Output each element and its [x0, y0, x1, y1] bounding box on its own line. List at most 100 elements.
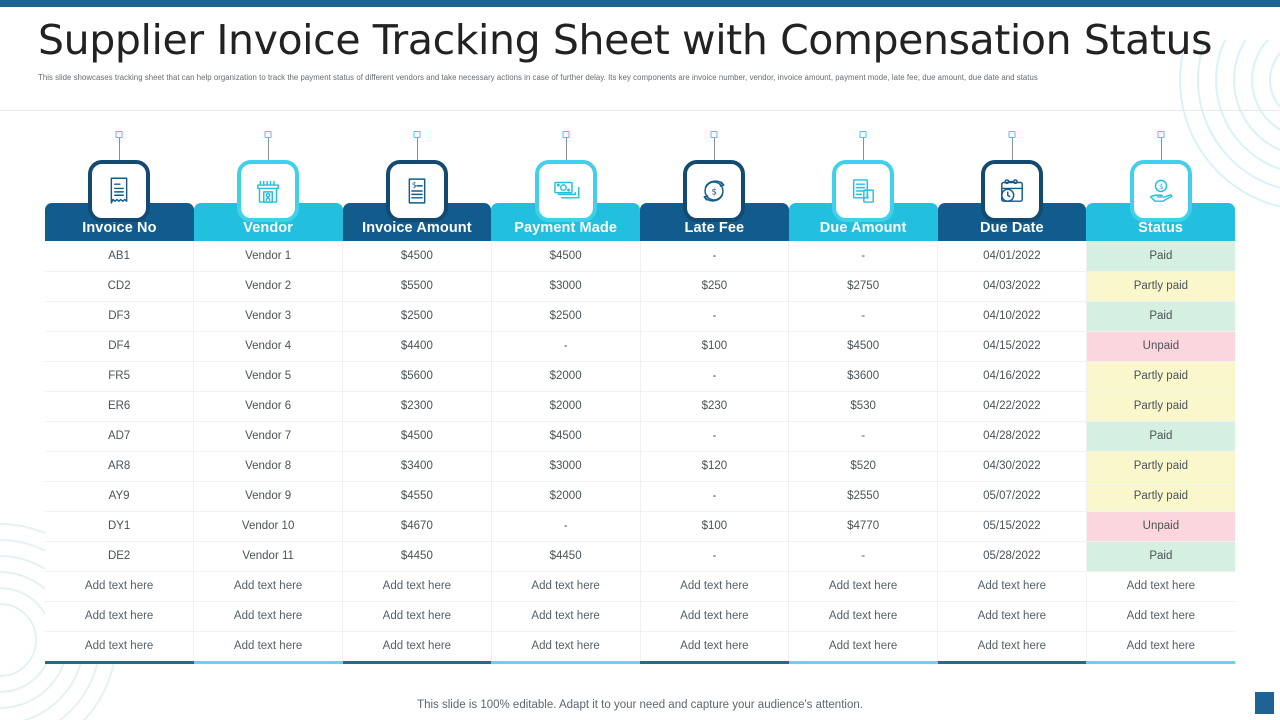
cell-invoice-no[interactable]: DE2: [45, 541, 195, 572]
cell-placeholder-due-amount[interactable]: Add text here: [788, 571, 938, 602]
cell-due-amount[interactable]: $4500: [788, 331, 938, 362]
cell-placeholder-invoice-amount[interactable]: Add text here: [342, 631, 492, 661]
cell-due-date[interactable]: 04/28/2022: [937, 421, 1087, 452]
cell-vendor[interactable]: Vendor 8: [193, 451, 343, 482]
cell-placeholder-status[interactable]: Add text here: [1086, 631, 1235, 661]
cell-invoice-amount[interactable]: $4670: [342, 511, 492, 542]
cell-placeholder-status[interactable]: Add text here: [1086, 601, 1235, 632]
status-badge[interactable]: Paid: [1086, 421, 1235, 452]
cell-invoice-no[interactable]: DF4: [45, 331, 195, 362]
cell-invoice-no[interactable]: DY1: [45, 511, 195, 542]
cell-placeholder-vendor[interactable]: Add text here: [193, 571, 343, 602]
cell-due-date[interactable]: 05/28/2022: [937, 541, 1087, 572]
status-badge[interactable]: Paid: [1086, 301, 1235, 332]
cell-vendor[interactable]: Vendor 10: [193, 511, 343, 542]
cell-due-date[interactable]: 04/03/2022: [937, 271, 1087, 302]
cell-placeholder-vendor[interactable]: Add text here: [193, 601, 343, 632]
cell-placeholder-payment-made[interactable]: Add text here: [491, 601, 641, 632]
cell-invoice-no[interactable]: AY9: [45, 481, 195, 512]
cell-late-fee[interactable]: $120: [640, 451, 790, 482]
cell-due-date[interactable]: 05/15/2022: [937, 511, 1087, 542]
cell-late-fee[interactable]: -: [640, 241, 790, 272]
cell-late-fee[interactable]: $100: [640, 511, 790, 542]
cell-placeholder-late-fee[interactable]: Add text here: [640, 571, 790, 602]
cell-vendor[interactable]: Vendor 2: [193, 271, 343, 302]
cell-payment-made[interactable]: $2000: [491, 361, 641, 392]
cell-payment-made[interactable]: $2000: [491, 481, 641, 512]
cell-late-fee[interactable]: $100: [640, 331, 790, 362]
cell-vendor[interactable]: Vendor 4: [193, 331, 343, 362]
cell-invoice-no[interactable]: AR8: [45, 451, 195, 482]
cell-placeholder-payment-made[interactable]: Add text here: [491, 631, 641, 661]
cell-placeholder-vendor[interactable]: Add text here: [193, 631, 343, 661]
status-badge[interactable]: Partly paid: [1086, 271, 1235, 302]
cell-invoice-no[interactable]: DF3: [45, 301, 195, 332]
cell-late-fee[interactable]: -: [640, 301, 790, 332]
cell-vendor[interactable]: Vendor 1: [193, 241, 343, 272]
cell-placeholder-payment-made[interactable]: Add text here: [491, 571, 641, 602]
cell-vendor[interactable]: Vendor 5: [193, 361, 343, 392]
cell-vendor[interactable]: Vendor 3: [193, 301, 343, 332]
cell-due-amount[interactable]: -: [788, 301, 938, 332]
cell-placeholder-due-amount[interactable]: Add text here: [788, 631, 938, 661]
cell-due-amount[interactable]: $4770: [788, 511, 938, 542]
cell-due-amount[interactable]: $2550: [788, 481, 938, 512]
cell-placeholder-invoice-amount[interactable]: Add text here: [342, 601, 492, 632]
cell-invoice-amount[interactable]: $4500: [342, 241, 492, 272]
cell-due-amount[interactable]: $2750: [788, 271, 938, 302]
cell-payment-made[interactable]: $3000: [491, 451, 641, 482]
cell-invoice-amount[interactable]: $4400: [342, 331, 492, 362]
cell-vendor[interactable]: Vendor 9: [193, 481, 343, 512]
cell-vendor[interactable]: Vendor 6: [193, 391, 343, 422]
status-badge[interactable]: Unpaid: [1086, 511, 1235, 542]
cell-due-date[interactable]: 04/01/2022: [937, 241, 1087, 272]
cell-placeholder-due-date[interactable]: Add text here: [937, 631, 1087, 661]
status-badge[interactable]: Unpaid: [1086, 331, 1235, 362]
cell-placeholder-due-date[interactable]: Add text here: [937, 601, 1087, 632]
cell-late-fee[interactable]: -: [640, 421, 790, 452]
cell-placeholder-status[interactable]: Add text here: [1086, 571, 1235, 602]
cell-late-fee[interactable]: -: [640, 361, 790, 392]
status-badge[interactable]: Partly paid: [1086, 451, 1235, 482]
cell-late-fee[interactable]: -: [640, 481, 790, 512]
cell-placeholder-invoice-no[interactable]: Add text here: [45, 601, 195, 632]
cell-invoice-amount[interactable]: $5500: [342, 271, 492, 302]
cell-invoice-amount[interactable]: $4450: [342, 541, 492, 572]
cell-invoice-no[interactable]: AD7: [45, 421, 195, 452]
cell-late-fee[interactable]: -: [640, 541, 790, 572]
cell-payment-made[interactable]: $2000: [491, 391, 641, 422]
cell-invoice-no[interactable]: AB1: [45, 241, 195, 272]
cell-due-amount[interactable]: $3600: [788, 361, 938, 392]
cell-vendor[interactable]: Vendor 7: [193, 421, 343, 452]
cell-placeholder-late-fee[interactable]: Add text here: [640, 601, 790, 632]
cell-payment-made[interactable]: $4500: [491, 241, 641, 272]
cell-placeholder-invoice-no[interactable]: Add text here: [45, 571, 195, 602]
cell-placeholder-late-fee[interactable]: Add text here: [640, 631, 790, 661]
cell-payment-made[interactable]: $3000: [491, 271, 641, 302]
cell-due-amount[interactable]: -: [788, 541, 938, 572]
status-badge[interactable]: Paid: [1086, 241, 1235, 272]
cell-placeholder-invoice-no[interactable]: Add text here: [45, 631, 195, 661]
cell-due-amount[interactable]: -: [788, 421, 938, 452]
cell-placeholder-invoice-amount[interactable]: Add text here: [342, 571, 492, 602]
cell-payment-made[interactable]: $4450: [491, 541, 641, 572]
cell-invoice-no[interactable]: CD2: [45, 271, 195, 302]
cell-placeholder-due-amount[interactable]: Add text here: [788, 601, 938, 632]
cell-invoice-amount[interactable]: $4550: [342, 481, 492, 512]
cell-invoice-no[interactable]: ER6: [45, 391, 195, 422]
cell-due-amount[interactable]: -: [788, 241, 938, 272]
cell-placeholder-due-date[interactable]: Add text here: [937, 571, 1087, 602]
cell-invoice-amount[interactable]: $3400: [342, 451, 492, 482]
cell-invoice-amount[interactable]: $5600: [342, 361, 492, 392]
cell-payment-made[interactable]: -: [491, 511, 641, 542]
cell-due-date[interactable]: 04/22/2022: [937, 391, 1087, 422]
cell-invoice-no[interactable]: FR5: [45, 361, 195, 392]
cell-late-fee[interactable]: $230: [640, 391, 790, 422]
cell-payment-made[interactable]: $4500: [491, 421, 641, 452]
cell-due-date[interactable]: 04/30/2022: [937, 451, 1087, 482]
cell-payment-made[interactable]: $2500: [491, 301, 641, 332]
cell-due-date[interactable]: 04/15/2022: [937, 331, 1087, 362]
cell-late-fee[interactable]: $250: [640, 271, 790, 302]
status-badge[interactable]: Partly paid: [1086, 391, 1235, 422]
cell-due-date[interactable]: 04/10/2022: [937, 301, 1087, 332]
